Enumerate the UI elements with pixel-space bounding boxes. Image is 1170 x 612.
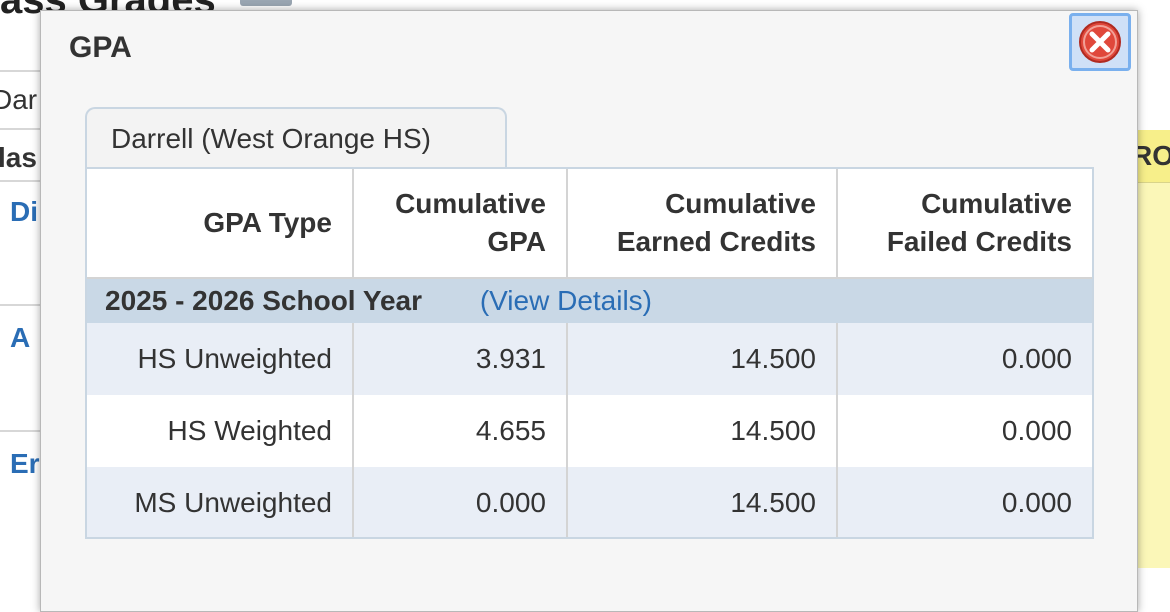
dialog-title: GPA [69,31,132,64]
col-header-earned-credits: Cumulative Earned Credits [567,169,838,279]
school-year-cell: 2025 - 2026 School Year (View Details) [87,278,1092,323]
col-header-line: GPA [487,226,546,257]
table-row: HS Weighted 4.655 14.500 0.000 [87,395,1092,467]
close-x-icon [1079,21,1121,63]
col-header-gpa-type: GPA Type [87,169,354,279]
cumulative-gpa-cell: 4.655 [353,395,568,467]
gpa-type-cell: HS Unweighted [87,323,354,395]
failed-credits-cell: 0.000 [837,467,1092,537]
student-selector-fragment[interactable]: Dar [0,84,37,116]
earned-credits-cell: 14.500 [567,323,838,395]
col-header-line: Failed Credits [886,226,1072,257]
failed-credits-cell: 0.000 [837,395,1092,467]
table-row: MS Unweighted 0.000 14.500 0.000 [87,467,1092,537]
divider [0,70,40,72]
earned-credits-cell: 14.500 [567,395,838,467]
page-title-icon [240,0,292,6]
gpa-dialog: GPA Darrell (West Orange HS) GPA Type Cu… [40,10,1138,612]
divider [0,180,40,182]
view-details-link[interactable]: (View Details) [480,285,652,316]
gpa-table: GPA Type Cumulative GPA Cumulative Earne… [85,167,1094,539]
col-header-line: Earned Credits [616,226,816,257]
col-header-line: GPA Type [203,207,332,238]
tab-student[interactable]: Darrell (West Orange HS) [85,107,507,167]
earned-credits-cell: 14.500 [567,467,838,537]
class-link-3[interactable]: Er [10,448,40,480]
class-link-1[interactable]: Di [10,196,38,228]
close-button[interactable] [1069,13,1131,71]
table-header-row: GPA Type Cumulative GPA Cumulative Earne… [87,169,1092,279]
gpa-type-cell: HS Weighted [87,395,354,467]
col-header-line: Cumulative [665,188,816,219]
gpa-type-cell: MS Unweighted [87,467,354,537]
column-header-fragment: las [0,142,37,173]
school-year-row: 2025 - 2026 School Year (View Details) [87,278,1092,323]
failed-credits-cell: 0.000 [837,323,1092,395]
class-link-2[interactable]: A [10,322,30,354]
cumulative-gpa-cell: 3.931 [353,323,568,395]
col-header-cumulative-gpa: Cumulative GPA [353,169,568,279]
school-year-label: 2025 - 2026 School Year [105,285,423,316]
divider [0,430,40,432]
col-header-line: Cumulative [395,188,546,219]
col-header-line: Cumulative [921,188,1072,219]
table-row: HS Unweighted 3.931 14.500 0.000 [87,323,1092,395]
divider [0,304,40,306]
divider [0,128,40,130]
col-header-failed-credits: Cumulative Failed Credits [837,169,1092,279]
cumulative-gpa-cell: 0.000 [353,467,568,537]
